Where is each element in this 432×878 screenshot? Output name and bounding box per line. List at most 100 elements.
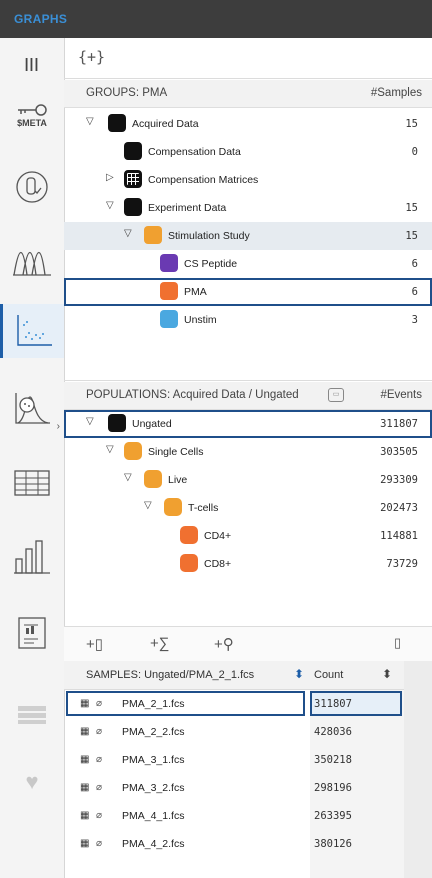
group-name: Unstim — [184, 314, 217, 326]
add-keyword-button[interactable]: +⚲ — [214, 635, 234, 653]
group-count: 3 — [411, 314, 418, 326]
sample-row[interactable]: ▦ ⌀ PMA_3_2.fcs 298196 — [64, 774, 404, 802]
samples-header-label: SAMPLES: Ungated/PMA_2_1.fcs — [86, 669, 255, 681]
groups-count-header[interactable]: #Samples — [371, 87, 422, 99]
population-options-icon[interactable]: ▭ — [328, 388, 344, 402]
group-row-selected[interactable]: PMA 6 — [64, 278, 432, 306]
sample-actions-toolbar: +▯ +∑ +⚲ ▯ — [64, 626, 432, 662]
count-sort-icon[interactable]: ⬍ — [382, 667, 392, 681]
group-row[interactable]: ▽ Experiment Data 15 — [64, 194, 432, 222]
group-row[interactable]: ▷ Compensation Matrices — [64, 166, 432, 194]
delete-button[interactable]: ▯ — [394, 635, 401, 651]
sample-count: 350218 — [314, 754, 352, 766]
table-grid-icon: ▦ — [80, 754, 90, 765]
populations-count-header[interactable]: #Events — [380, 389, 422, 401]
collapse-icon[interactable]: ▽ — [86, 116, 94, 127]
bar-chart-icon[interactable] — [0, 528, 64, 582]
group-count: 15 — [405, 230, 418, 242]
count-column-header[interactable]: Count — [314, 669, 343, 681]
group-name: CS Peptide — [184, 258, 238, 270]
group-row[interactable]: ▽ Stimulation Study 15 — [64, 222, 432, 250]
group-name: Compensation Matrices — [148, 174, 259, 186]
population-row[interactable]: ▽ Live 293309 — [64, 466, 432, 494]
group-name: Stimulation Study — [168, 230, 250, 242]
group-row[interactable]: ▽ Acquired Data 15 — [64, 110, 432, 138]
group-count: 15 — [405, 202, 418, 214]
gate-icon — [180, 554, 198, 572]
link-icon: ⌀ — [96, 838, 103, 849]
population-count: 293309 — [380, 474, 418, 486]
sample-count: 298196 — [314, 782, 352, 794]
population-count: 114881 — [380, 530, 418, 542]
table-grid-icon: ▦ — [80, 838, 90, 849]
group-count: 6 — [411, 258, 418, 270]
group-name: Experiment Data — [148, 202, 227, 214]
population-row[interactable]: ▽ T-cells 202473 — [64, 494, 432, 522]
sample-filename: PMA_2_2.fcs — [122, 726, 185, 738]
collapse-icon[interactable]: ▽ — [144, 500, 152, 511]
sample-filename: PMA_3_1.fcs — [122, 754, 185, 766]
add-statistic-button[interactable]: +∑ — [150, 635, 169, 652]
population-row-selected[interactable]: ▽ Ungated 311807 — [64, 410, 432, 438]
collapse-icon[interactable]: ▽ — [86, 416, 94, 427]
add-sample-button[interactable]: +▯ — [86, 635, 103, 653]
report-icon[interactable] — [0, 610, 64, 656]
add-formula-button[interactable]: {+} — [78, 48, 105, 66]
link-icon: ⌀ — [96, 754, 103, 765]
group-row[interactable]: Unstim 3 — [64, 306, 432, 334]
ungated-dots-icon — [108, 414, 126, 432]
tube-check-icon[interactable] — [0, 162, 64, 212]
group-icon — [144, 226, 162, 244]
sample-row[interactable]: ▦ ⌀ PMA_2_2.fcs 428036 — [64, 718, 404, 746]
graphs-scatter-icon[interactable] — [0, 304, 64, 358]
group-icon — [124, 198, 142, 216]
group-name: Compensation Data — [148, 146, 241, 158]
meta-label: $META — [17, 118, 47, 128]
group-row[interactable]: Compensation Data 0 — [64, 138, 432, 166]
population-row[interactable]: CD8+ 73729 — [64, 550, 432, 578]
table-icon[interactable] — [0, 458, 64, 508]
groups-header: GROUPS: PMA #Samples — [64, 80, 432, 108]
groups-header-label: GROUPS: PMA — [86, 87, 168, 99]
columns-icon[interactable]: ||| — [0, 50, 64, 76]
population-name: Ungated — [132, 418, 172, 430]
collapse-icon[interactable]: ▽ — [106, 200, 114, 211]
group-count: 15 — [405, 118, 418, 130]
scrollbar[interactable] — [404, 661, 432, 878]
collapse-icon[interactable]: ▽ — [124, 228, 132, 239]
sample-row[interactable]: ▦ ⌀ PMA_2_1.fcs 311807 — [64, 690, 404, 718]
table-grid-icon: ▦ — [80, 782, 90, 793]
gate-icon — [164, 498, 182, 516]
sample-row[interactable]: ▦ ⌀ PMA_4_2.fcs 380126 — [64, 830, 404, 858]
table-grid-icon: ▦ — [80, 698, 90, 709]
histogram-overlay-icon[interactable] — [0, 234, 64, 284]
population-name: Single Cells — [148, 446, 204, 458]
collapse-icon[interactable]: ▽ — [106, 444, 114, 455]
formula-toolbar: {+} — [64, 38, 432, 79]
table-grid-icon: ▦ — [80, 726, 90, 737]
expand-icon[interactable]: ▷ — [106, 172, 114, 183]
group-row[interactable]: CS Peptide 6 — [64, 250, 432, 278]
link-icon: ⌀ — [96, 810, 103, 821]
sample-row[interactable]: ▦ ⌀ PMA_4_1.fcs 263395 — [64, 802, 404, 830]
population-name: Live — [168, 474, 188, 486]
heart-icon[interactable]: ♥ — [0, 762, 64, 802]
matrix-grid-icon — [124, 170, 142, 188]
group-name: Acquired Data — [132, 118, 199, 130]
population-count: 73729 — [386, 558, 418, 570]
population-count: 311807 — [380, 418, 418, 430]
population-name: CD4+ — [204, 530, 232, 542]
gate-icon — [144, 470, 162, 488]
population-row[interactable]: ▽ Single Cells 303505 — [64, 438, 432, 466]
left-rail: ||| $META › ♥ — [0, 38, 65, 878]
population-row[interactable]: CD4+ 114881 — [64, 522, 432, 550]
sort-icon[interactable]: ⬍ — [294, 667, 304, 681]
app-title: GRAPHS — [14, 12, 68, 26]
collapse-icon[interactable]: ▽ — [124, 472, 132, 483]
populations-header: POPULATIONS: Acquired Data / Ungated ▭ #… — [64, 382, 432, 410]
population-histogram-icon[interactable]: › — [0, 382, 64, 436]
sample-row[interactable]: ▦ ⌀ PMA_3_1.fcs 350218 — [64, 746, 404, 774]
group-name: PMA — [184, 286, 207, 298]
link-icon: ⌀ — [96, 698, 103, 709]
layout-icon[interactable] — [0, 698, 64, 732]
